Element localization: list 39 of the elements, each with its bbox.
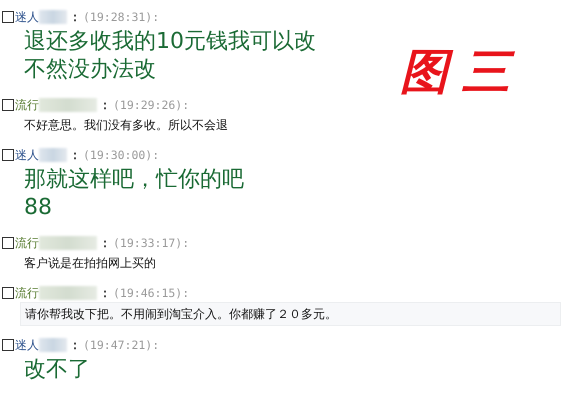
sender-name: 流行 [15, 234, 39, 252]
blurred-name [39, 10, 67, 24]
message-checkbox[interactable] [2, 237, 14, 249]
blurred-name [39, 286, 97, 300]
message-checkbox[interactable] [2, 149, 14, 161]
message-time: (19:47:21): [83, 338, 160, 352]
blurred-name [39, 236, 97, 250]
sender-name: 迷人 [15, 8, 39, 26]
colon-separator: ： [99, 96, 111, 114]
message-text: 不然没办法改 [24, 56, 157, 84]
message-checkbox[interactable] [2, 99, 14, 111]
figure-label: 图三 [400, 43, 524, 102]
message-text: 退还多收我的10元钱我可以改 [24, 28, 316, 56]
message-checkbox[interactable] [2, 11, 14, 23]
colon-separator: ： [99, 284, 111, 302]
message-text: 88 [24, 194, 53, 222]
blurred-name [39, 98, 97, 112]
colon-separator: ： [69, 146, 81, 164]
colon-separator: ： [69, 8, 81, 26]
message-time: (19:30:00): [83, 148, 160, 162]
message-text: 请你帮我改下把。不用闹到淘宝介入。你都赚了２０多元。 [25, 306, 338, 323]
sender-name: 迷人 [15, 336, 39, 354]
message-text: 改不了 [24, 356, 90, 384]
sender-name: 流行 [15, 96, 39, 114]
message-checkbox[interactable] [2, 287, 14, 299]
colon-separator: ： [99, 234, 111, 252]
message-time: (19:33:17): [113, 236, 190, 250]
sender-name: 流行 [15, 284, 39, 302]
message-checkbox[interactable] [2, 339, 14, 351]
sender-name: 迷人 [15, 146, 39, 164]
message-time: (19:29:26): [113, 98, 190, 112]
message-time: (19:28:31): [83, 10, 160, 24]
blurred-name [39, 338, 67, 352]
colon-separator: ： [69, 336, 81, 354]
message-text: 客户说是在拍拍网上买的 [24, 255, 156, 272]
message-text: 那就这样吧，忙你的吧 [24, 166, 244, 194]
blurred-name [39, 148, 67, 162]
message-time: (19:46:15): [113, 286, 190, 300]
message-text: 不好意思。我们没有多收。所以不会退 [24, 117, 228, 134]
